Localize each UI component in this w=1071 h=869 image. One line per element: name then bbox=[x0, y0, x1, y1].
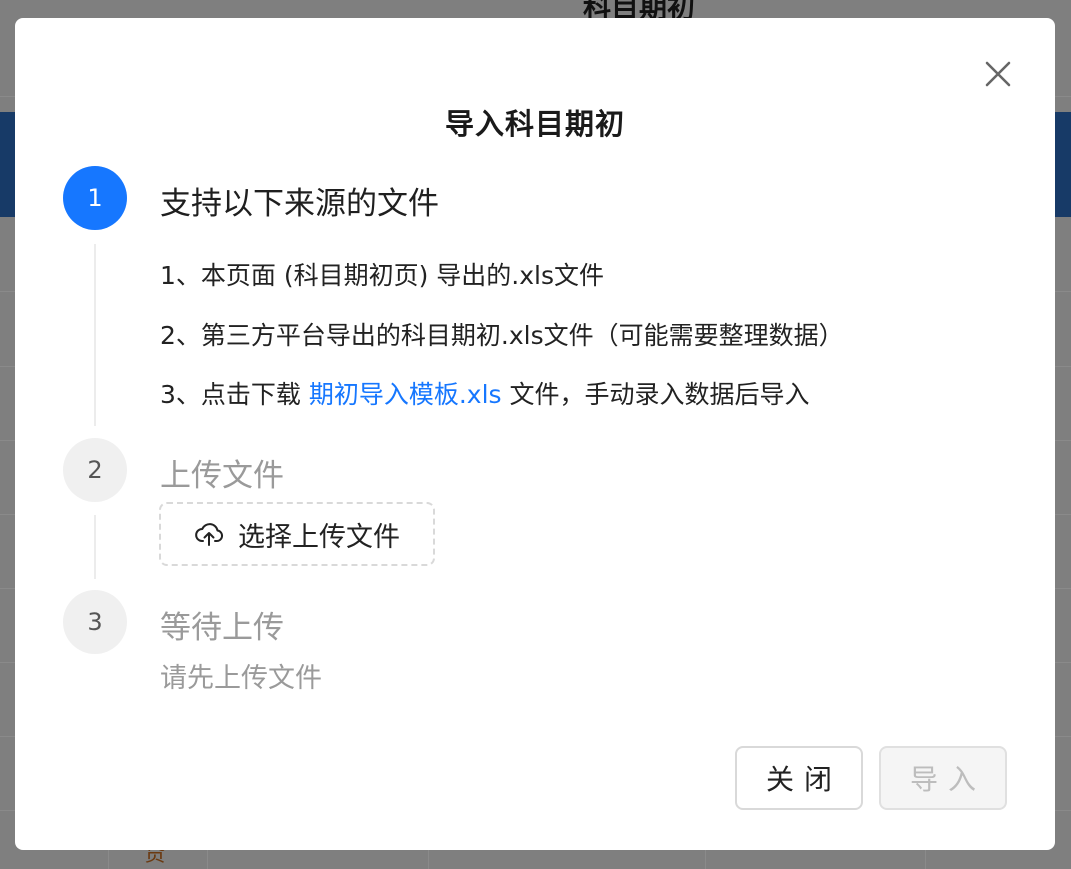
source-item-2: 2、第三方平台导出的科目期初.xls文件（可能需要整理数据） bbox=[160, 321, 844, 350]
step-2-indicator: 2 bbox=[63, 438, 127, 502]
step-1-title: 支持以下来源的文件 bbox=[160, 186, 439, 222]
step-3-indicator: 3 bbox=[63, 590, 127, 654]
step-connector bbox=[94, 515, 96, 579]
close-icon[interactable] bbox=[980, 56, 1016, 92]
select-upload-file-button[interactable]: 选择上传文件 bbox=[159, 502, 435, 566]
step-2-title: 上传文件 bbox=[160, 458, 284, 494]
step-3-title: 等待上传 bbox=[160, 610, 284, 646]
dialog-title: 导入科目期初 bbox=[444, 107, 625, 141]
step-connector bbox=[94, 244, 96, 426]
cloud-upload-icon bbox=[195, 523, 224, 546]
step-1-indicator: 1 bbox=[63, 166, 127, 230]
download-template-link[interactable]: 期初导入模板.xls bbox=[309, 380, 502, 409]
step-2-number: 2 bbox=[87, 456, 103, 484]
step-1-number: 1 bbox=[87, 184, 103, 212]
source-item-3-prefix: 3、点击下载 bbox=[160, 380, 309, 409]
close-button-label: 关闭 bbox=[765, 763, 842, 796]
source-item-3-suffix: 文件，手动录入数据后导入 bbox=[501, 380, 810, 409]
close-button[interactable]: 关闭 bbox=[735, 746, 863, 810]
import-button[interactable]: 导入 bbox=[879, 746, 1007, 810]
import-dialog: 导入科目期初 1 支持以下来源的文件 1、本页面 (科目期初页) 导出的.xls… bbox=[15, 18, 1055, 850]
import-button-label: 导入 bbox=[909, 763, 986, 796]
source-item-3: 3、点击下载 期初导入模板.xls 文件，手动录入数据后导入 bbox=[160, 375, 810, 411]
step-3-number: 3 bbox=[87, 608, 103, 636]
upload-hint: 请先上传文件 bbox=[160, 663, 322, 694]
upload-button-label: 选择上传文件 bbox=[238, 521, 400, 553]
source-item-1: 1、本页面 (科目期初页) 导出的.xls文件 bbox=[160, 261, 605, 290]
